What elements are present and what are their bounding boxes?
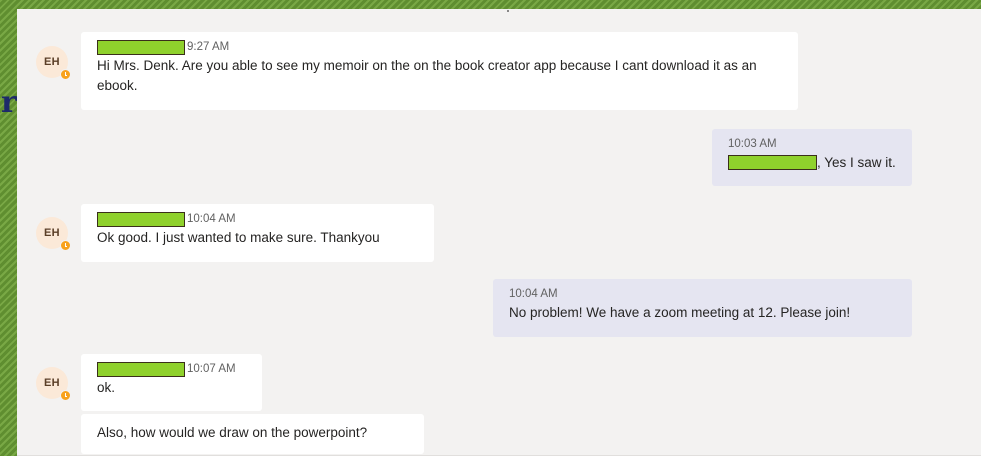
message-text: Ok good. I just wanted to make sure. Tha… (97, 230, 380, 245)
avatar-initials: EH (44, 56, 60, 68)
avatar[interactable]: EH (36, 367, 71, 401)
message-timestamp: 10:03 AM (728, 138, 777, 150)
message-bubble[interactable]: 10:07 AM ok. (81, 354, 262, 411)
redacted-sender-name (97, 361, 185, 377)
avatar[interactable]: EH (36, 217, 71, 251)
message-text: Also, how would we draw on the powerpoin… (97, 425, 368, 440)
away-status-icon (60, 240, 71, 251)
message-bubble[interactable]: Also, how would we draw on the powerpoin… (81, 414, 424, 454)
divider-dot (507, 10, 509, 12)
background-glyph: r (1, 85, 17, 120)
away-status-icon (60, 390, 71, 401)
message-bubble[interactable]: 10:04 AM Ok good. I just wanted to make … (81, 204, 434, 262)
message-text: ok. (97, 380, 116, 395)
message-timestamp: 9:27 AM (187, 41, 230, 53)
avatar-initials: EH (44, 227, 60, 239)
message-timestamp: 10:07 AM (187, 363, 236, 375)
away-status-icon (60, 69, 71, 80)
message-bubble[interactable]: 9:27 AM Hi Mrs. Denk. Are you able to se… (81, 32, 798, 110)
message-text: No problem! We have a zoom meeting at 12… (509, 305, 851, 320)
message-text: Hi Mrs. Denk. Are you able to see my mem… (97, 58, 757, 93)
own-message-bubble[interactable]: 10:04 AM No problem! We have a zoom meet… (493, 279, 912, 337)
redacted-sender-name (97, 211, 185, 227)
redacted-recipient-name (728, 155, 817, 170)
message-timestamp: 10:04 AM (509, 288, 558, 300)
chat-panel[interactable]: EH 9:27 AM Hi Mrs. Denk. Are you able to… (17, 9, 981, 456)
message-text: , Yes I saw it. (817, 155, 896, 170)
own-message-bubble[interactable]: 10:03 AM , Yes I saw it. (712, 129, 912, 186)
message-timestamp: 10:04 AM (187, 213, 236, 225)
avatar[interactable]: EH (36, 46, 71, 80)
redacted-sender-name (97, 39, 185, 55)
avatar-initials: EH (44, 377, 60, 389)
